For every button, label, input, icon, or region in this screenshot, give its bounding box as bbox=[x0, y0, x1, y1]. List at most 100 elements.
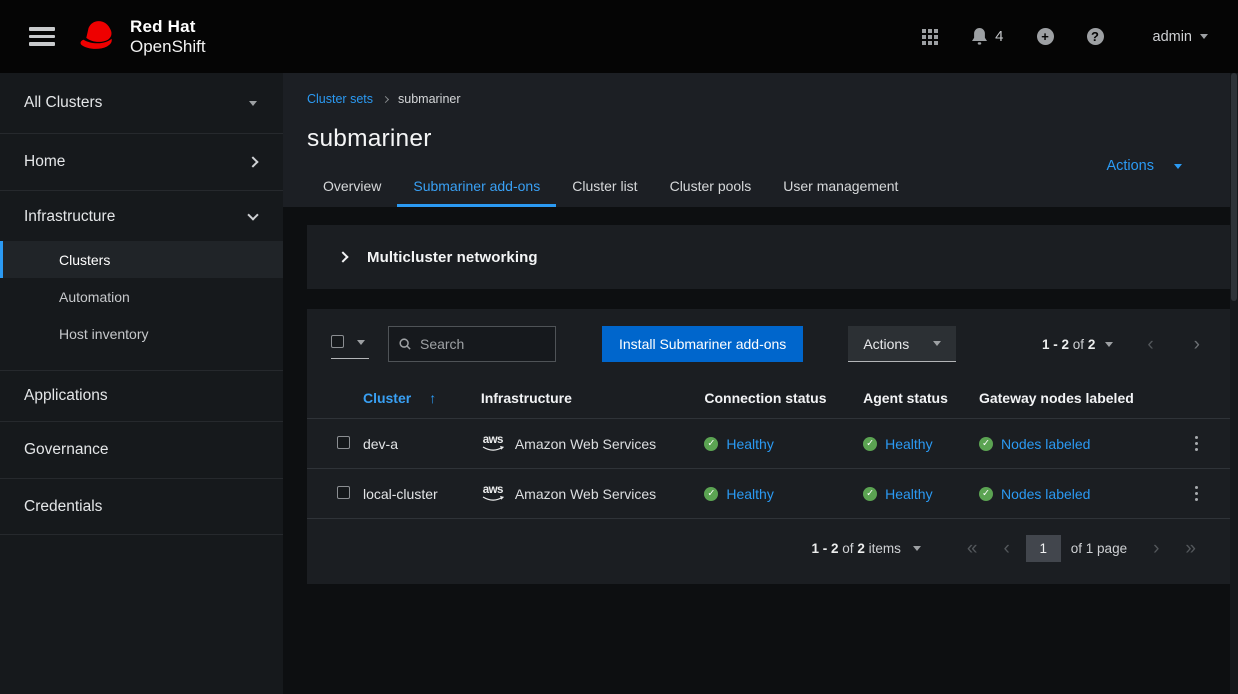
page-scrollbar[interactable] bbox=[1230, 73, 1238, 694]
tab-user-management[interactable]: User management bbox=[767, 178, 914, 207]
tab-overview[interactable]: Overview bbox=[307, 178, 397, 207]
table-row: dev-a aws Amazon Web Services Healt bbox=[307, 419, 1230, 469]
check-circle-icon bbox=[704, 487, 718, 501]
breadcrumb-link-cluster-sets[interactable]: Cluster sets bbox=[307, 92, 373, 106]
sidebar-item-governance[interactable]: Governance bbox=[0, 422, 283, 479]
breadcrumb-current: submariner bbox=[398, 92, 461, 106]
redhat-openshift-logo: Red Hat OpenShift bbox=[75, 17, 206, 56]
notifications-button[interactable]: 4 bbox=[971, 27, 1003, 46]
column-header-connection-status[interactable]: Connection status bbox=[704, 377, 863, 419]
app-launcher-button[interactable] bbox=[922, 29, 938, 45]
row-checkbox[interactable] bbox=[337, 436, 350, 449]
actions-label: Actions bbox=[863, 336, 909, 352]
column-header-cluster[interactable]: Cluster↑ bbox=[363, 377, 481, 419]
sidebar-item-label: Governance bbox=[24, 441, 108, 459]
agent-status-link[interactable]: Healthy bbox=[885, 486, 932, 502]
tab-submariner-add-ons[interactable]: Submariner add-ons bbox=[397, 178, 556, 207]
page-header: Cluster sets submariner submariner Actio… bbox=[283, 73, 1238, 207]
install-submariner-button[interactable]: Install Submariner add-ons bbox=[602, 326, 803, 362]
sidebar-item-applications[interactable]: Applications bbox=[0, 371, 283, 422]
sidebar: All Clusters Home Infrastructure Cluster… bbox=[0, 73, 283, 694]
sort-ascending-icon: ↑ bbox=[429, 390, 436, 406]
row-kebab-menu[interactable] bbox=[1189, 480, 1205, 508]
content-area: Multicluster networking bbox=[283, 207, 1238, 694]
table-actions-dropdown[interactable]: Actions bbox=[848, 326, 956, 362]
sidebar-item-home[interactable]: Home bbox=[0, 134, 283, 191]
infrastructure-name: Amazon Web Services bbox=[515, 436, 656, 452]
chevron-right-icon bbox=[337, 251, 348, 262]
prev-page-button[interactable]: ‹ bbox=[1141, 335, 1159, 354]
sidebar-item-credentials[interactable]: Credentials bbox=[0, 479, 283, 535]
user-menu-button[interactable]: admin bbox=[1153, 29, 1209, 45]
row-checkbox[interactable] bbox=[337, 486, 350, 499]
actions-label: Actions bbox=[1106, 158, 1154, 174]
sidebar-item-host-inventory[interactable]: Host inventory bbox=[0, 315, 283, 352]
aws-icon: aws bbox=[481, 485, 505, 503]
notification-count: 4 bbox=[995, 28, 1003, 45]
sidebar-item-label: Infrastructure bbox=[24, 208, 115, 226]
breadcrumb-chevron-icon bbox=[382, 95, 389, 102]
pagination-bottom: 1 - 2 of 2 items « ‹ of 1 page › » bbox=[307, 519, 1230, 582]
pagination-range: 1 - 2 bbox=[1042, 337, 1069, 352]
chevron-down-icon bbox=[1105, 342, 1113, 347]
cluster-name: local-cluster bbox=[363, 469, 481, 519]
redhat-fedora-icon bbox=[75, 19, 121, 55]
search-input[interactable] bbox=[420, 336, 545, 352]
gateway-nodes-link[interactable]: Nodes labeled bbox=[1001, 486, 1091, 502]
sidebar-item-automation[interactable]: Automation bbox=[0, 278, 283, 315]
chevron-right-icon bbox=[247, 156, 258, 167]
sidebar-item-label: Automation bbox=[59, 289, 130, 305]
agent-status-link[interactable]: Healthy bbox=[885, 436, 932, 452]
sidebar-item-label: Applications bbox=[24, 387, 108, 405]
first-page-button[interactable]: « bbox=[961, 539, 984, 558]
clusters-table: Cluster↑ Infrastructure Connection statu… bbox=[307, 377, 1230, 519]
pagination-total: 2 bbox=[1088, 337, 1096, 352]
chevron-down-icon bbox=[249, 101, 257, 106]
logo-line2: OpenShift bbox=[130, 37, 206, 57]
nav-toggle-hamburger-icon[interactable] bbox=[29, 27, 55, 46]
connection-status-link[interactable]: Healthy bbox=[726, 436, 773, 452]
pagination-top: 1 - 2 of 2 ‹ › bbox=[1042, 335, 1206, 354]
username: admin bbox=[1153, 29, 1193, 45]
question-circle-icon: ? bbox=[1087, 28, 1104, 45]
next-page-button[interactable]: › bbox=[1147, 539, 1165, 558]
tab-cluster-list[interactable]: Cluster list bbox=[556, 178, 653, 207]
sidebar-item-label: Home bbox=[24, 153, 65, 171]
multicluster-networking-expandable[interactable]: Multicluster networking bbox=[307, 225, 1230, 289]
sidebar-item-label: Clusters bbox=[59, 252, 110, 268]
page-number-input[interactable] bbox=[1026, 535, 1061, 562]
check-circle-icon bbox=[979, 487, 993, 501]
sidebar-item-infrastructure[interactable]: Infrastructure bbox=[0, 191, 283, 241]
next-page-button[interactable]: › bbox=[1188, 335, 1206, 354]
row-kebab-menu[interactable] bbox=[1189, 430, 1205, 458]
cluster-selector-dropdown[interactable]: All Clusters bbox=[0, 73, 283, 134]
plus-circle-icon: + bbox=[1037, 28, 1054, 45]
select-all-checkbox[interactable] bbox=[331, 335, 344, 348]
chevron-down-icon bbox=[247, 209, 258, 220]
bell-icon bbox=[971, 27, 988, 46]
sidebar-item-label: Credentials bbox=[24, 498, 102, 516]
prev-page-button[interactable]: ‹ bbox=[997, 539, 1015, 558]
bulk-select-dropdown[interactable] bbox=[331, 329, 369, 359]
last-page-button[interactable]: » bbox=[1179, 539, 1202, 558]
column-header-agent-status[interactable]: Agent status bbox=[863, 377, 979, 419]
pagination-range: 1 - 2 bbox=[812, 541, 839, 556]
search-icon bbox=[399, 337, 411, 351]
sidebar-item-clusters[interactable]: Clusters bbox=[0, 241, 283, 278]
tab-cluster-pools[interactable]: Cluster pools bbox=[654, 178, 768, 207]
help-button[interactable]: ? bbox=[1087, 28, 1104, 45]
search-box bbox=[388, 326, 556, 362]
masthead: Red Hat OpenShift 4 + ? admin bbox=[0, 0, 1238, 73]
page-actions-dropdown[interactable]: Actions bbox=[1106, 158, 1182, 174]
create-button[interactable]: + bbox=[1037, 28, 1054, 45]
chevron-down-icon bbox=[933, 341, 941, 346]
expandable-section-title: Multicluster networking bbox=[367, 249, 538, 266]
scrollbar-thumb[interactable] bbox=[1231, 73, 1237, 301]
clusters-table-card: Install Submariner add-ons Actions 1 - 2… bbox=[307, 309, 1230, 584]
chevron-down-icon bbox=[913, 546, 921, 551]
connection-status-link[interactable]: Healthy bbox=[726, 486, 773, 502]
gateway-nodes-link[interactable]: Nodes labeled bbox=[1001, 436, 1091, 452]
check-circle-icon bbox=[863, 437, 877, 451]
column-header-gateway-nodes[interactable]: Gateway nodes labeled bbox=[979, 377, 1189, 419]
column-header-infrastructure[interactable]: Infrastructure bbox=[481, 377, 705, 419]
